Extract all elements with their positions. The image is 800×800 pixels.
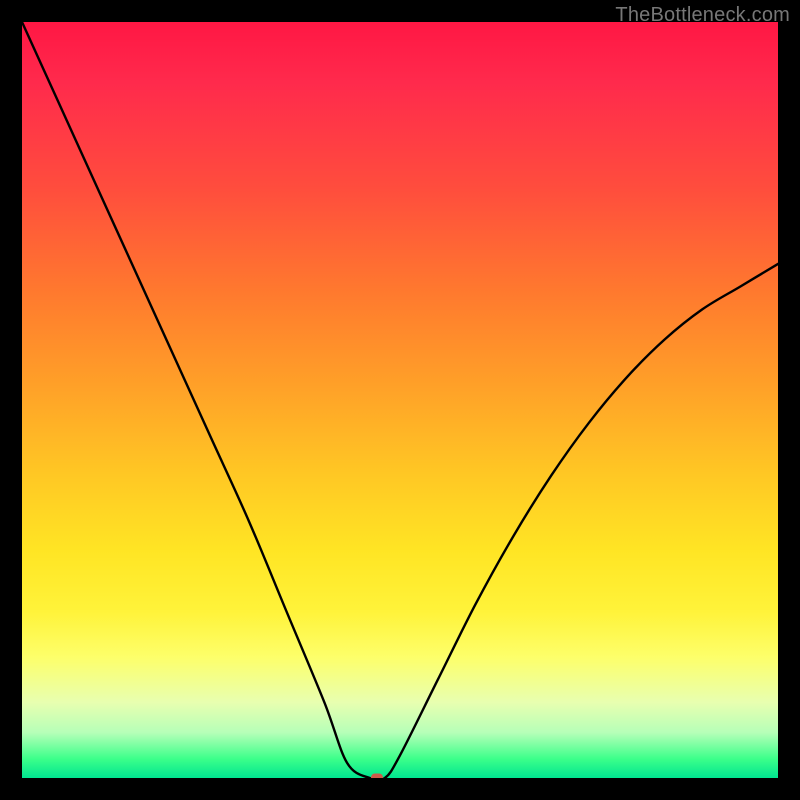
chart-frame: TheBottleneck.com (0, 0, 800, 800)
plot-area (22, 22, 778, 778)
watermark-text: TheBottleneck.com (615, 4, 790, 27)
bottleneck-curve (22, 22, 778, 778)
optimal-point-marker (371, 774, 383, 779)
